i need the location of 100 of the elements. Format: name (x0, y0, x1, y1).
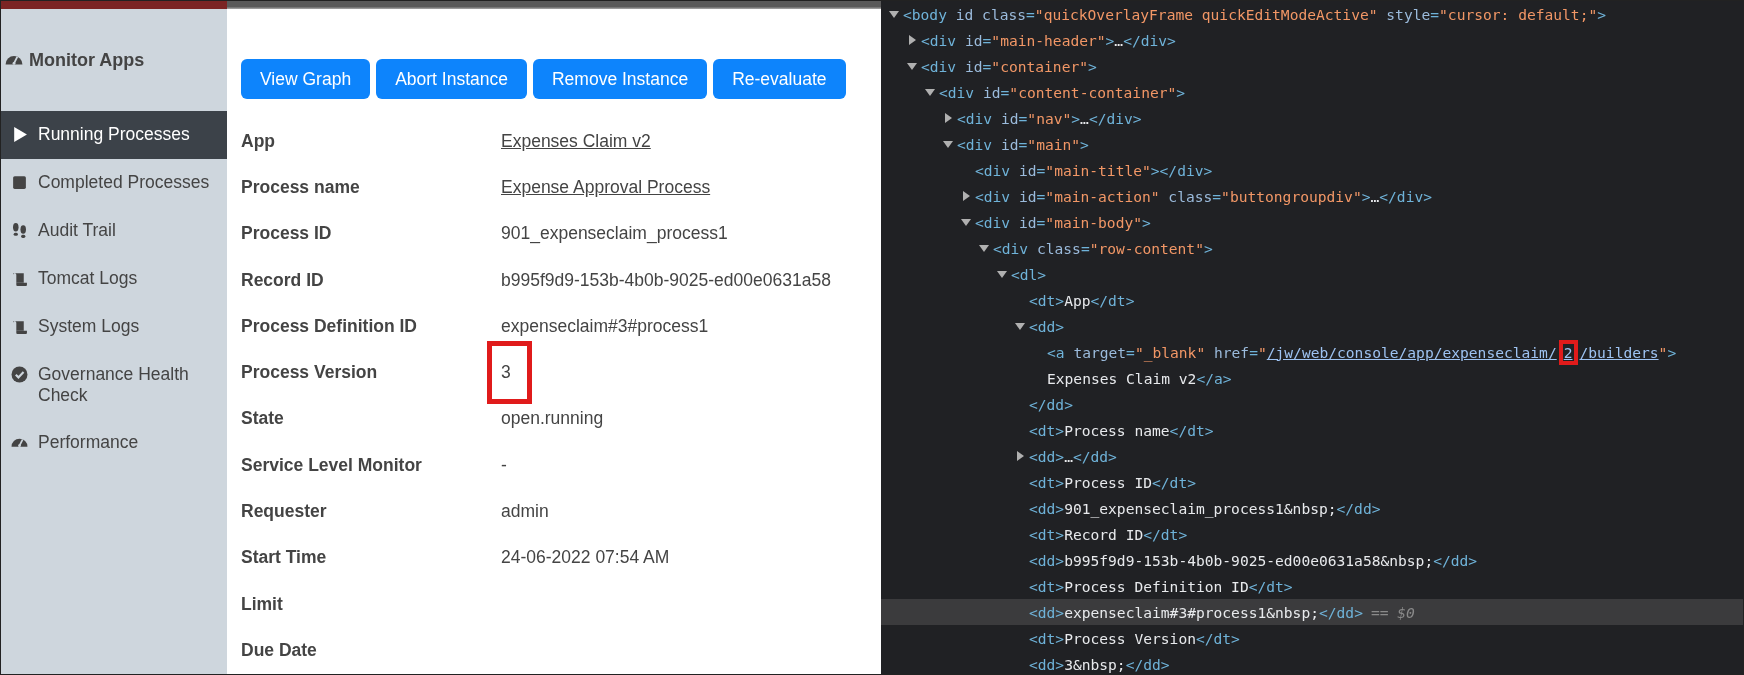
field-label: Due Date (241, 639, 318, 661)
dom-node-row[interactable]: <dt>Process name</dt> (881, 417, 1743, 443)
code-line: <div id="nav">…</div> (957, 109, 1142, 127)
code-line: <dl> (1011, 265, 1047, 283)
footprints-icon (11, 222, 28, 239)
dom-node-row[interactable]: <dt>Process Version</dt> (881, 625, 1743, 651)
code-line: <dd> (1029, 317, 1065, 335)
expand-toggle-icon[interactable] (907, 61, 917, 71)
field-label: State (241, 408, 285, 430)
code-line: <dd>901_expenseclaim_process1&nbsp;</dd> (1029, 499, 1381, 517)
field-value: open.running (501, 408, 604, 430)
expand-toggle-icon[interactable] (943, 113, 953, 123)
dom-node-row[interactable]: <dt>App</dt> (881, 287, 1743, 313)
expand-toggle-icon[interactable] (925, 87, 935, 97)
sidebar-item[interactable]: Performance (1, 419, 227, 467)
sidebar-item[interactable]: Tomcat Logs (1, 255, 227, 303)
expand-toggle-icon[interactable] (1015, 321, 1025, 331)
dom-node-row[interactable]: <dt>Record ID</dt> (881, 521, 1743, 547)
dom-node-row[interactable]: <dd>…</dd> (881, 443, 1743, 469)
sidebar-item[interactable]: Running Processes (1, 111, 227, 159)
code-line: </dd> (1029, 395, 1073, 413)
dom-node-row[interactable]: <div id="main-header">…</div> (881, 27, 1743, 53)
code-line: Expenses Claim v2</a> (1047, 369, 1232, 387)
highlighted-link-text[interactable]: 2 (1558, 339, 1578, 365)
field-label: Process Version (241, 362, 379, 384)
expand-toggle-icon[interactable] (1015, 451, 1025, 461)
code-line: <div id="container"> (921, 57, 1097, 75)
code-line: <a target="_blank" href="/jw/web/console/app/expenseclaim/ 2 /builders"> (1047, 339, 1677, 365)
expand-toggle-icon[interactable] (997, 269, 1007, 279)
dom-node-row[interactable]: <div id="content-container"> (881, 79, 1743, 105)
code-line: <dd>expenseclaim#3#process1&nbsp;</dd> (1029, 603, 1363, 621)
sidebar-item[interactable]: Completed Processes (1, 159, 227, 207)
expand-toggle-icon[interactable] (943, 139, 953, 149)
dom-node-row[interactable]: <body id class="quickOverlayFrame quickEditModeActive" style="cursor: default;"> (881, 1, 1743, 27)
code-line: <dt>Process ID</dt> (1029, 473, 1196, 491)
code-line: <dt>App</dt> (1029, 291, 1135, 309)
sidebar-title: Monitor Apps (29, 49, 145, 71)
check-icon (11, 366, 28, 383)
dom-node-row[interactable]: <div class="row-content"> (881, 235, 1743, 261)
dom-node-row[interactable]: <dd>901_expenseclaim_process1&nbsp;</dd> (881, 495, 1743, 521)
dom-node-row[interactable]: <dd>expenseclaim#3#process1&nbsp;</dd> == $0 (881, 599, 1743, 625)
dom-node-row[interactable]: <dd>b995f9d9-153b-4b0b-9025-ed00e0631a58&nbsp;</dd> (881, 547, 1743, 573)
expand-toggle-icon[interactable] (961, 191, 971, 201)
action-button[interactable]: Remove Instance (533, 59, 708, 99)
field-label: Requester (241, 501, 328, 522)
dom-node-row[interactable]: <dt>Process Definition ID</dt> (881, 573, 1743, 599)
code-line: <dd>3&nbsp;</dd> (1029, 655, 1170, 673)
dom-node-row[interactable]: <dl> (881, 261, 1743, 287)
console-reference: == $0 (1370, 603, 1415, 621)
scroll-icon (11, 318, 28, 335)
field-label: Process name (241, 176, 361, 198)
code-line: <div class="row-content"> (993, 239, 1213, 257)
code-line: <dt>Process Version</dt> (1029, 629, 1240, 647)
code-line: <dt>Process name</dt> (1029, 421, 1214, 439)
field-label: Start Time (241, 547, 328, 569)
dom-node-row[interactable]: <dd>3&nbsp;</dd> (881, 651, 1743, 674)
field-label: Limit (241, 593, 284, 615)
sidebar-item[interactable]: Audit Trail (1, 207, 227, 255)
field-label: Process ID (241, 223, 333, 245)
field-value: - (501, 454, 507, 476)
field-link[interactable]: Expenses Claim v2 (501, 130, 651, 152)
action-button[interactable]: Re-evaluate (713, 59, 846, 99)
action-button[interactable]: View Graph (241, 59, 371, 99)
expand-toggle-icon[interactable] (889, 9, 899, 19)
dom-node-row[interactable]: <div id="nav">…</div> (881, 105, 1743, 131)
code-line: <body id class="quickOverlayFrame quickEditModeActive" style="cursor: default;"> (903, 5, 1606, 23)
field-value: 3 (487, 341, 532, 405)
scroll-icon (11, 270, 28, 287)
sidebar-item[interactable]: Governance Health Check (1, 351, 227, 419)
dom-node-row[interactable]: Expenses Claim v2</a> (881, 365, 1743, 391)
code-line: <div id="main-title"></div> (975, 161, 1213, 179)
field-label: Record ID (241, 269, 325, 291)
field-label: Service Level Monitor (241, 454, 423, 476)
square-icon (11, 174, 28, 191)
field-value: 901_expenseclaim_process1 (501, 223, 728, 245)
play-icon (11, 126, 28, 143)
field-value: admin (501, 501, 549, 522)
dom-node-row[interactable]: <div id="main-action" class="buttongroupdiv">…</div> (881, 183, 1743, 209)
field-label: Process Definition ID (241, 315, 418, 337)
code-line: <dt>Record ID</dt> (1029, 525, 1188, 543)
action-button[interactable]: Abort Instance (376, 59, 527, 99)
field-link[interactable]: Expense Approval Process (501, 176, 711, 198)
dom-node-row[interactable]: <div id="main"> (881, 131, 1743, 157)
dom-node-row[interactable]: <div id="main-title"></div> (881, 157, 1743, 183)
code-line: <div id="main-header">…</div> (921, 31, 1176, 49)
code-line: <dd>b995f9d9-153b-4b0b-9025-ed00e0631a58&nbsp;</dd> (1029, 551, 1478, 569)
dom-node-row[interactable]: <dd> (881, 313, 1743, 339)
code-line: <dt>Process Definition ID</dt> (1029, 577, 1293, 595)
expand-toggle-icon[interactable] (961, 217, 971, 227)
dom-node-row[interactable]: <div id="container"> (881, 53, 1743, 79)
code-line: <div id="main"> (957, 135, 1089, 153)
dom-node-row[interactable]: <div id="main-body"> (881, 209, 1743, 235)
code-line: <dd>…</dd> (1029, 447, 1117, 465)
expand-toggle-icon[interactable] (907, 35, 917, 45)
expand-toggle-icon[interactable] (979, 243, 989, 253)
sidebar-item[interactable]: System Logs (1, 303, 227, 351)
code-line: <div id="content-container"> (939, 83, 1186, 101)
dom-node-row[interactable]: <dt>Process ID</dt> (881, 469, 1743, 495)
dom-node-row[interactable]: <a target="_blank" href="/jw/web/console/app/expenseclaim/ 2 /builders"> (881, 339, 1743, 365)
field-value: b995f9d9-153b-4b0b-9025-ed00e0631a58 (501, 269, 831, 291)
